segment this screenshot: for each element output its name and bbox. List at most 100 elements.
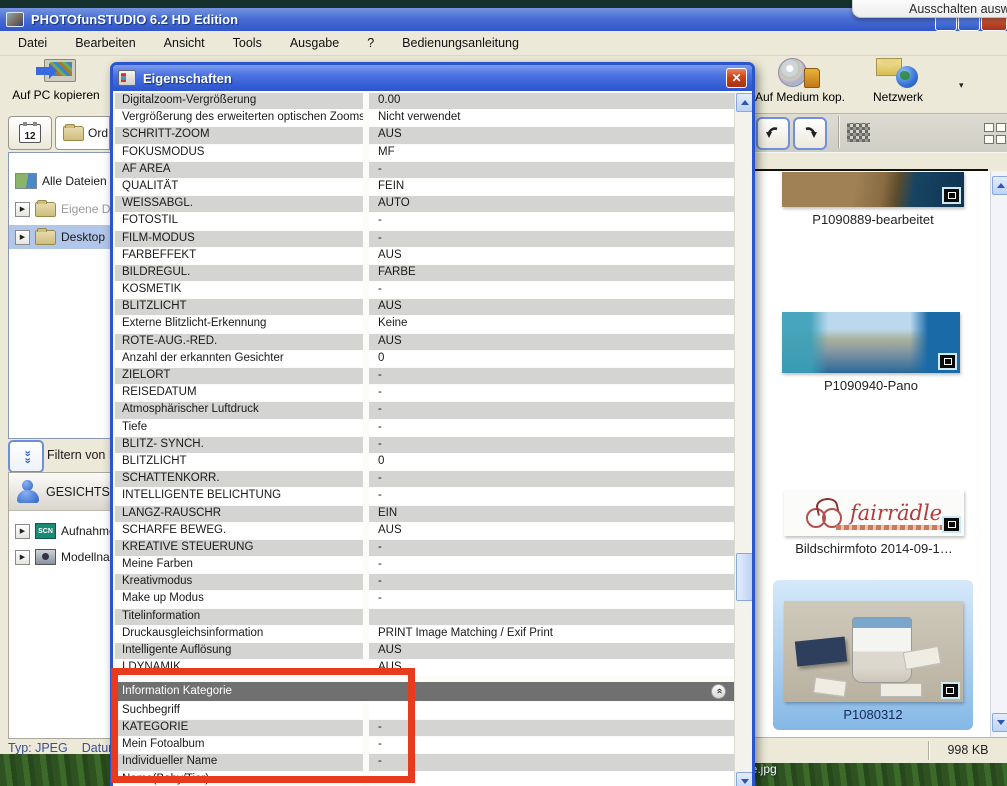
thumbnail-P1090889-bearbeitet[interactable]: P1090889-bearbeitet — [782, 172, 964, 227]
copy-to-pc-label: Auf PC kopieren — [12, 88, 99, 102]
property-value: 0 — [369, 351, 735, 367]
menubar: DateiBearbeitenAnsichtToolsAusgabe?Bedie… — [0, 31, 1007, 56]
dialog-scrollbar[interactable] — [734, 93, 752, 786]
scroll-down-button[interactable] — [992, 713, 1007, 732]
dialog-scroll-up-button[interactable] — [736, 93, 752, 112]
menu-item-ansicht[interactable]: Ansicht — [150, 33, 219, 53]
menu-item-bearbeiten[interactable]: Bearbeiten — [61, 33, 149, 53]
paint-bucket — [852, 617, 912, 683]
property-row: Digitalzoom-Vergrößerung0.00 — [115, 93, 735, 109]
dialog-scroll-down-button[interactable] — [736, 772, 752, 786]
property-value: - — [369, 540, 735, 556]
expander-icon[interactable]: ▶ — [15, 550, 30, 565]
copy-to-pc-icon — [36, 58, 76, 86]
property-value: - — [369, 737, 735, 753]
thumbnail-image[interactable] — [784, 601, 963, 702]
logo-tagline — [836, 525, 948, 530]
toolbar-dropdown-caret[interactable]: ▾ — [959, 80, 964, 91]
property-value: - — [369, 231, 735, 247]
thumbnail-image[interactable]: fairrädle — [784, 490, 964, 536]
menu-item-datei[interactable]: Datei — [4, 33, 61, 53]
tree-item-desktop[interactable]: ▶ Desktop — [9, 225, 112, 249]
property-row: LANGZ-RAUSCHREIN — [115, 506, 735, 522]
folder-view-tab[interactable]: Ord — [55, 116, 110, 150]
mac-menu-overlay[interactable]: Ausschalten auswe — [852, 0, 1007, 18]
property-value: AUS — [369, 643, 735, 659]
property-label: ROTE-AUG.-RED. — [115, 334, 363, 350]
property-label: WEISSABGL. — [115, 196, 363, 212]
tree-item-eigene-d[interactable]: ▶Eigene D — [9, 197, 112, 221]
tree-item-label: Desktop — [61, 230, 105, 244]
property-label: KOSMETIK — [115, 282, 363, 298]
property-row: BLITZ- SYNCH.- — [115, 437, 735, 453]
tree-item-label: Alle Dateien — [42, 174, 107, 188]
property-row: ROTE-AUG.-RED.AUS — [115, 334, 735, 350]
expander-icon[interactable]: ▶ — [15, 524, 30, 539]
thumbnail-image[interactable] — [782, 172, 964, 207]
dialog-scroll-thumb[interactable] — [736, 553, 752, 601]
rotate-left-button[interactable] — [756, 117, 790, 150]
face-tree-item-aufnahme[interactable]: ▶SCNAufnahme — [9, 519, 112, 543]
dialog-title: Eigenschaften — [143, 71, 232, 86]
property-value: 0 — [369, 454, 735, 470]
property-value: AUTO — [369, 196, 735, 212]
property-label: FOKUSMODUS — [115, 145, 363, 161]
logo-text: fairrädle — [850, 501, 942, 525]
dialog-titlebar[interactable]: Eigenschaften — [113, 65, 752, 91]
expander-icon[interactable]: ▶ — [15, 202, 30, 217]
thumb-status-bar: 998 KB — [745, 737, 1007, 763]
thumbnail-P1090940-Pano[interactable]: P1090940-Pano — [782, 312, 960, 393]
copy-to-medium-button[interactable]: Auf Medium kop. — [748, 58, 852, 112]
copy-to-pc-button[interactable]: Auf PC kopieren — [4, 58, 108, 112]
view-layout-icon[interactable] — [984, 123, 1005, 142]
property-value: MF — [369, 145, 735, 161]
property-value: FARBE — [369, 265, 735, 281]
property-label: FARBEFFEKT — [115, 248, 363, 264]
property-label: Meine Farben — [115, 557, 363, 573]
rotate-right-button[interactable] — [793, 117, 827, 150]
property-label: Vergrößerung des erweiterten optischen Z… — [115, 110, 363, 126]
menu-item-ausgabe[interactable]: Ausgabe — [276, 33, 353, 53]
property-label: Digitalzoom-Vergrößerung — [115, 93, 363, 109]
filter-images-button[interactable]: » » — [8, 440, 44, 473]
menu-item-bedienungsanleitung[interactable]: Bedienungsanleitung — [388, 33, 533, 53]
folder-icon — [35, 202, 56, 217]
property-row: AF AREA- — [115, 162, 735, 178]
property-value: - — [369, 385, 735, 401]
file-type-label: Typ: JPEG — [8, 741, 68, 755]
property-label: Druckausgleichsinformation — [115, 626, 363, 642]
folder-tab-label: Ord — [88, 126, 108, 140]
property-label: Externe Blitzlicht-Erkennung — [115, 316, 363, 332]
thumbnail-Bildschirmfoto-2014-09-1-[interactable]: fairrädleBildschirmfoto 2014-09-1… — [784, 490, 964, 556]
dialog-close-button[interactable]: ✕ — [726, 68, 747, 88]
tree-item-alle-dateien[interactable]: Alle Dateien — [9, 169, 112, 193]
property-label: AF AREA — [115, 162, 363, 178]
scroll-up-button[interactable] — [992, 176, 1007, 195]
expander-icon[interactable]: ▶ — [15, 230, 30, 245]
thumb-panel-scrollbar[interactable] — [990, 171, 1007, 737]
chevron-double-down-icon: » — [23, 457, 30, 463]
status-divider — [928, 741, 930, 760]
property-row: SCHATTENKORR.- — [115, 471, 735, 487]
property-row: Externe Blitzlicht-ErkennungKeine — [115, 316, 735, 332]
file-size-label: 998 KB — [935, 743, 1001, 757]
camera-icon — [35, 549, 56, 565]
network-button[interactable]: Netzwerk — [853, 58, 943, 112]
toolbar-separator — [838, 116, 840, 148]
folder-icon — [35, 230, 56, 245]
face-recognition-header[interactable]: GESICHTSER — [9, 473, 111, 511]
menu-item-?[interactable]: ? — [353, 33, 388, 53]
calendar-view-tab[interactable]: 12 — [8, 116, 52, 150]
face-item-label: Aufnahme — [61, 524, 112, 538]
thumbnail-P1080312[interactable]: P1080312 — [773, 580, 973, 730]
property-value: AUS — [369, 660, 735, 676]
menu-item-tools[interactable]: Tools — [219, 33, 276, 53]
chevron-double-down-icon: » — [23, 450, 30, 456]
thumbnail-image[interactable] — [782, 312, 960, 373]
section-collapse-button[interactable]: « — [711, 684, 726, 699]
property-label: BLITZLICHT — [115, 454, 363, 470]
property-value: - — [369, 720, 735, 736]
property-row: SCHRITT-ZOOMAUS — [115, 127, 735, 143]
thumbnail-grid-icon[interactable] — [847, 123, 870, 142]
face-tree-item-modellnan[interactable]: ▶Modellnan — [9, 545, 112, 569]
